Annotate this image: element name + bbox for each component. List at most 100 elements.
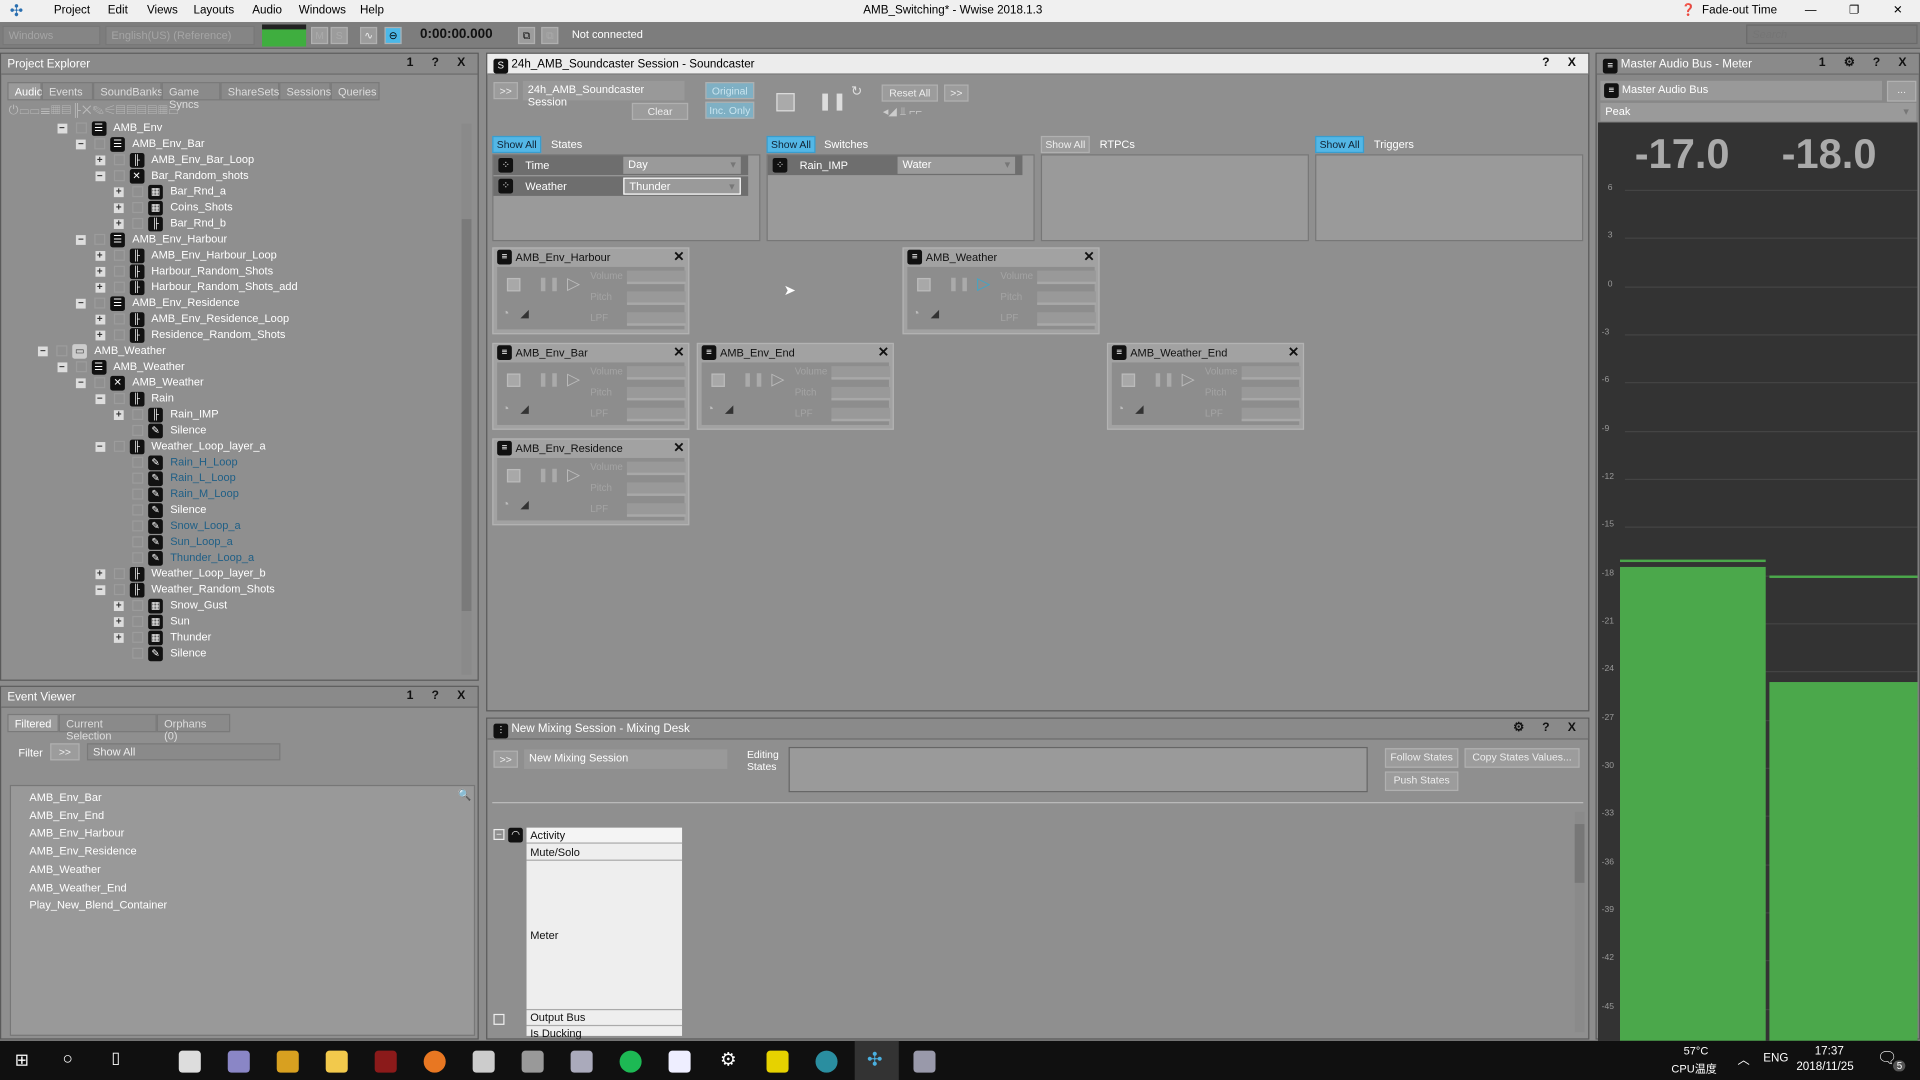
menu-windows[interactable]: Windows: [299, 4, 346, 17]
include-checkbox[interactable]: [132, 472, 144, 484]
collapse-activity-icon[interactable]: −: [493, 828, 505, 841]
clock-date[interactable]: 2018/11/25: [1796, 1060, 1853, 1073]
param-slider-lpf[interactable]: [1241, 407, 1301, 422]
include-checkbox[interactable]: [113, 568, 125, 580]
include-checkbox[interactable]: [94, 233, 106, 245]
include-checkbox[interactable]: [132, 488, 144, 500]
panel-controls-icon[interactable]: ⚙ ? X: [1513, 721, 1583, 734]
expand-icon[interactable]: +: [94, 282, 105, 293]
include-checkbox[interactable]: [132, 552, 144, 564]
search-input[interactable]: [1746, 24, 1918, 45]
collapse-output-icon[interactable]: [493, 1013, 505, 1025]
include-checkbox[interactable]: [132, 217, 144, 229]
tree-item[interactable]: + ╟ Weather_Loop_layer_b: [1, 566, 460, 583]
collapse-icon[interactable]: −: [94, 171, 105, 182]
filter-button[interactable]: >>: [50, 743, 80, 761]
tab-sharesets[interactable]: ShareSets: [220, 82, 279, 101]
app-icon[interactable]: [276, 1050, 299, 1073]
pause-icon[interactable]: ❚❚: [742, 371, 765, 387]
meter-mode-dropdown[interactable]: Peak ▾: [1600, 102, 1917, 122]
tree-item[interactable]: + ╟ Harbour_Random_Shots_add: [1, 280, 460, 296]
restore-button[interactable]: ❐: [1849, 4, 1859, 17]
language-dropdown[interactable]: English(US) (Reference): [105, 25, 255, 46]
include-checkbox[interactable]: [132, 424, 144, 436]
pause-icon[interactable]: ❚❚: [948, 276, 971, 292]
include-checkbox[interactable]: [132, 536, 144, 548]
app-icon[interactable]: [374, 1050, 397, 1073]
pause-icon[interactable]: ❚❚: [538, 276, 561, 292]
menu-project[interactable]: Project: [54, 4, 90, 17]
timer-icon[interactable]: ◔: [1117, 403, 1124, 416]
collapse-icon[interactable]: −: [56, 123, 67, 134]
expand-icon[interactable]: +: [113, 203, 124, 214]
expand-icon[interactable]: +: [94, 266, 105, 277]
include-checkbox[interactable]: [94, 297, 106, 309]
tree-item[interactable]: − ☰ AMB_Env_Harbour: [1, 232, 460, 249]
include-checkbox[interactable]: [132, 615, 144, 627]
tab-queries[interactable]: Queries: [330, 82, 380, 101]
close-window-button[interactable]: ✕: [1893, 4, 1903, 17]
tree-item[interactable]: ✎ Rain_H_Loop: [1, 455, 460, 472]
expand-button[interactable]: >>: [493, 750, 518, 768]
include-checkbox[interactable]: [132, 408, 144, 421]
layout-icon[interactable]: [262, 24, 307, 47]
app-icon[interactable]: [913, 1050, 936, 1073]
tree-item[interactable]: ✎ Silence: [1, 423, 460, 440]
tree-item[interactable]: ✎ Silence: [1, 646, 460, 663]
tab-soundbanks[interactable]: SoundBanks: [93, 82, 163, 101]
include-checkbox[interactable]: [113, 249, 125, 261]
copy-states-button[interactable]: Copy States Values...: [1464, 748, 1580, 768]
pdf-icon[interactable]: [766, 1050, 789, 1073]
solo-button[interactable]: S: [330, 26, 348, 45]
include-checkbox[interactable]: [113, 329, 125, 341]
search-icon[interactable]: 🔍: [458, 789, 472, 802]
event-list-item[interactable]: AMB_Env_Residence: [29, 845, 136, 857]
stop-icon[interactable]: [506, 277, 521, 292]
param-slider-volume[interactable]: [1241, 366, 1301, 380]
collapse-icon[interactable]: −: [94, 394, 105, 405]
wwise-taskbar-button[interactable]: ✣: [854, 1040, 899, 1080]
event-list-item[interactable]: AMB_Env_Bar: [29, 791, 101, 803]
tree-item[interactable]: + ╟ Rain_IMP: [1, 407, 460, 424]
tree-item[interactable]: + ▦ Sun: [1, 614, 460, 631]
expand-icon[interactable]: +: [113, 617, 124, 627]
disconnect-icon[interactable]: ⧉: [541, 26, 559, 45]
tree-item[interactable]: − ✕ AMB_Weather: [1, 375, 460, 392]
pause-icon[interactable]: ❚❚: [1152, 371, 1175, 387]
expand-icon[interactable]: +: [113, 187, 124, 198]
include-checkbox[interactable]: [113, 170, 125, 182]
tree-item[interactable]: + ╟ Bar_Rnd_b: [1, 216, 460, 233]
collapse-icon[interactable]: −: [75, 234, 86, 245]
param-slider-pitch[interactable]: [626, 482, 686, 496]
tree-item[interactable]: ✎ Sun_Loop_a: [1, 535, 460, 551]
include-checkbox[interactable]: [113, 393, 125, 405]
tree-item[interactable]: + ▦ Thunder: [1, 630, 460, 647]
tree-item[interactable]: + ▦ Bar_Rnd_a: [1, 184, 460, 201]
tree-item[interactable]: ✎ Thunder_Loop_a: [1, 551, 460, 567]
close-icon[interactable]: ✕: [1288, 344, 1299, 360]
tree-item[interactable]: − ╟ Rain: [1, 391, 460, 408]
param-slider-volume[interactable]: [1037, 270, 1096, 285]
expand-icon[interactable]: +: [113, 601, 124, 612]
tree-item[interactable]: + ▦ Coins_Shots: [1, 200, 460, 217]
link-icon[interactable]: ⊖: [384, 26, 402, 45]
tree-item[interactable]: + ╟ Residence_Random_Shots: [1, 328, 460, 344]
collapse-icon[interactable]: −: [37, 346, 48, 357]
event-list-item[interactable]: AMB_Weather: [29, 863, 100, 875]
collapse-icon[interactable]: −: [94, 441, 105, 452]
tree-item[interactable]: ✎ Rain_L_Loop: [1, 471, 460, 487]
timer-icon[interactable]: ◔: [502, 403, 509, 416]
stop-icon[interactable]: [917, 277, 931, 292]
tree-item[interactable]: + ╟ AMB_Env_Residence_Loop: [1, 312, 460, 328]
mute-button[interactable]: M: [311, 26, 329, 45]
bus-browse-button[interactable]: ...: [1886, 80, 1917, 102]
include-checkbox[interactable]: [113, 154, 125, 166]
app-icon[interactable]: [521, 1050, 544, 1073]
play-icon[interactable]: ▷: [567, 464, 580, 485]
include-checkbox[interactable]: [132, 186, 144, 198]
tree-item[interactable]: ✎ Snow_Loop_a: [1, 519, 460, 535]
collapse-icon[interactable]: −: [75, 139, 86, 150]
include-checkbox[interactable]: [132, 520, 144, 532]
tab-filtered[interactable]: Filtered: [7, 713, 59, 733]
param-slider-volume[interactable]: [626, 461, 686, 476]
